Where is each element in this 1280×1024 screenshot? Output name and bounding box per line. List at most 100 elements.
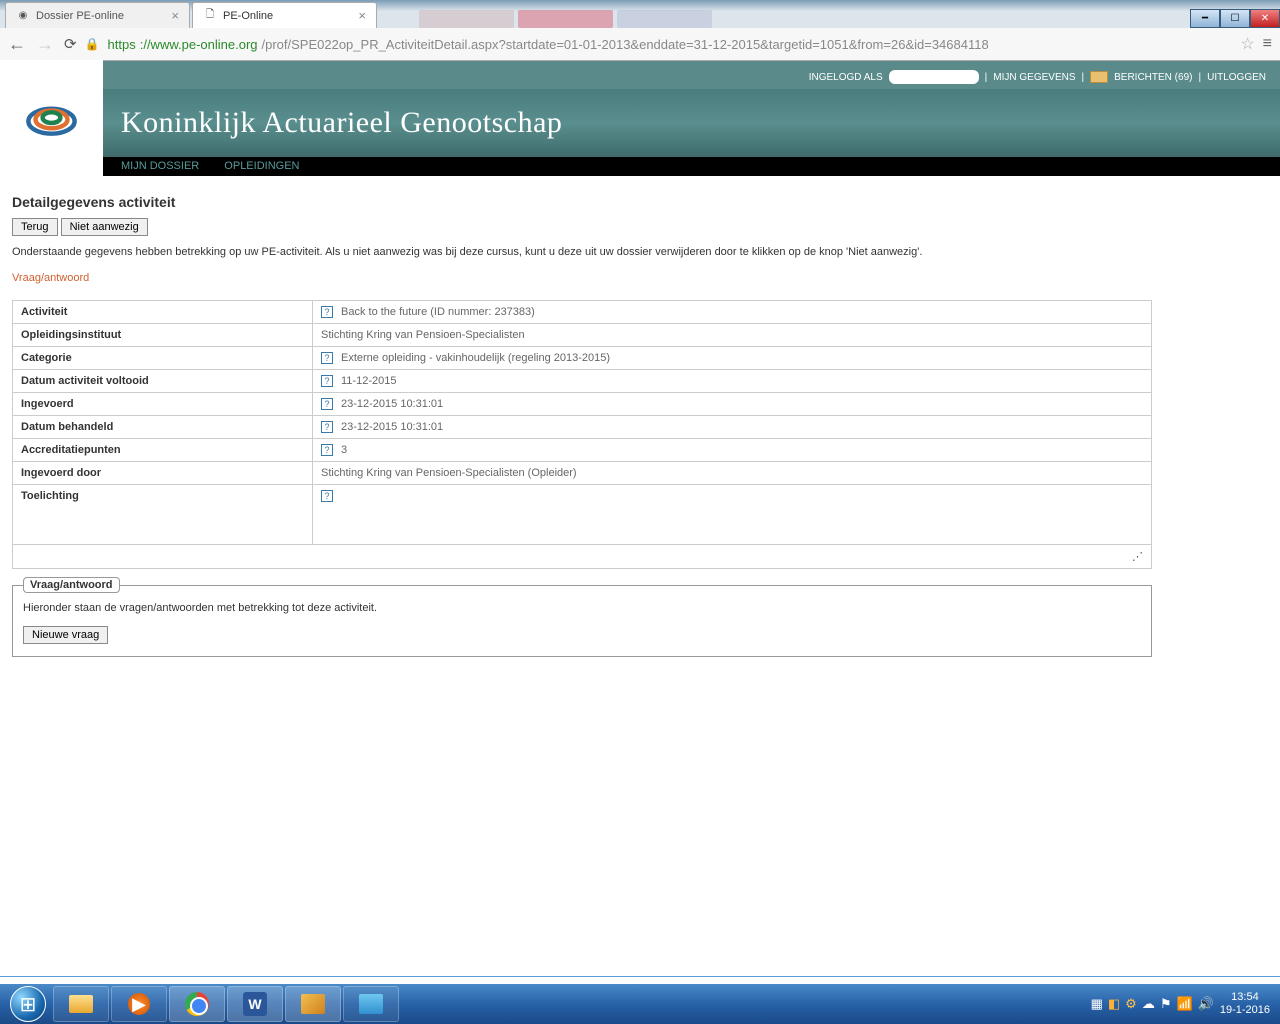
address-bar[interactable]: https://www.pe-online.org/prof/SPE022op_… — [108, 37, 1233, 52]
logout-link[interactable]: UITLOGGEN — [1207, 72, 1266, 83]
tray-icon[interactable]: ☁ — [1142, 996, 1155, 1012]
action-buttons: Terug Niet aanwezig — [12, 218, 1268, 236]
mail-icon[interactable] — [1090, 71, 1108, 83]
globe-icon: ◉ — [16, 9, 30, 23]
tab-title: PE-Online — [223, 10, 273, 22]
tray-flag-icon[interactable]: ⚑ — [1160, 996, 1172, 1012]
maximize-button[interactable]: ☐ — [1220, 9, 1250, 28]
tray-icon[interactable]: ⚙ — [1125, 996, 1137, 1012]
nav-opleidingen[interactable]: OPLEIDINGEN — [224, 160, 299, 172]
user-name-redacted — [889, 70, 979, 84]
detail-value: ?Externe opleiding - vakinhoudelijk (reg… — [313, 347, 1152, 370]
window-controls: ━ ☐ ✕ — [1190, 9, 1280, 28]
taskbar-explorer[interactable] — [53, 986, 109, 1022]
browser-chrome: ◉ Dossier PE-online × 🗋 PE-Online × ━ ☐ … — [0, 0, 1280, 61]
qa-anchor-link[interactable]: Vraag/antwoord — [12, 272, 89, 284]
nav-my-dossier[interactable]: MIJN DOSSIER — [121, 160, 199, 172]
help-icon[interactable]: ? — [321, 306, 333, 318]
url-path: /prof/SPE022op_PR_ActiviteitDetail.aspx?… — [262, 37, 989, 52]
detail-value: ?3 — [313, 439, 1152, 462]
detail-value: ? 23-12-2015 10:31:01 — [313, 416, 1152, 439]
qa-intro: Hieronder staan de vragen/antwoorden met… — [23, 602, 1141, 614]
taskbar-paint[interactable] — [285, 986, 341, 1022]
detail-value-text: Back to the future (ID nummer: 237383) — [341, 306, 535, 318]
org-title: Koninklijk Actuarieel Genootschap — [103, 106, 562, 140]
tray-volume-icon[interactable]: 🔊 — [1198, 996, 1214, 1012]
tray-icon[interactable]: ◧ — [1108, 996, 1120, 1012]
taskbar-chrome[interactable] — [169, 986, 225, 1022]
close-icon[interactable]: × — [358, 8, 366, 23]
minimize-button[interactable]: ━ — [1190, 9, 1220, 28]
browser-tab-active[interactable]: 🗋 PE-Online × — [192, 2, 377, 28]
main-nav: MIJN DOSSIER OPLEIDINGEN — [103, 157, 1280, 176]
detail-value: Stichting Kring van Pensioen-Specialiste… — [313, 324, 1152, 347]
table-row: Ingevoerd?23-12-2015 10:31:01 — [13, 393, 1152, 416]
intro-text: Onderstaande gegevens hebben betrekking … — [12, 246, 1268, 258]
tab-title: Dossier PE-online — [36, 10, 124, 22]
help-icon[interactable]: ? — [321, 490, 333, 502]
detail-label: Ingevoerd — [13, 393, 313, 416]
qa-fieldset: Vraag/antwoord Hieronder staan de vragen… — [12, 585, 1152, 657]
detail-value-text: 11-12-2015 — [341, 375, 396, 387]
my-data-link[interactable]: MIJN GEGEVENS — [993, 72, 1075, 83]
table-row: Ingevoerd doorStichting Kring van Pensio… — [13, 462, 1152, 485]
detail-label: Toelichting — [13, 485, 313, 545]
detail-value-text: 23-12-2015 10:31:01 — [341, 421, 443, 433]
detail-value: ? 11-12-2015 — [313, 370, 1152, 393]
lock-icon[interactable]: 🔒 — [85, 37, 100, 51]
url-scheme: https — [108, 37, 136, 52]
detail-value-text: Stichting Kring van Pensioen-Specialiste… — [321, 467, 577, 479]
background-window-hints — [419, 10, 712, 28]
system-tray: ▦ ◧ ⚙ ☁ ⚑ 📶 🔊 13:54 19-1-2016 — [1091, 991, 1276, 1017]
tray-network-icon[interactable]: 📶 — [1176, 996, 1192, 1012]
help-icon[interactable]: ? — [321, 352, 333, 364]
absent-button[interactable]: Niet aanwezig — [61, 218, 148, 236]
close-icon[interactable]: × — [171, 8, 179, 23]
browser-tab-inactive[interactable]: ◉ Dossier PE-online × — [5, 2, 190, 28]
logo-icon — [24, 99, 79, 139]
tray-date: 19-1-2016 — [1220, 1004, 1270, 1017]
help-icon[interactable]: ? — [321, 444, 333, 456]
close-window-button[interactable]: ✕ — [1250, 9, 1280, 28]
bookmark-star-icon[interactable]: ☆ — [1240, 34, 1254, 54]
separator: | — [1198, 72, 1201, 83]
taskbar-word[interactable]: W — [227, 986, 283, 1022]
hamburger-menu-icon[interactable]: ≡ — [1263, 35, 1272, 53]
resize-handle[interactable]: ⋰ — [13, 545, 1152, 569]
help-icon[interactable]: ? — [321, 375, 333, 387]
back-button[interactable]: Terug — [12, 218, 58, 236]
reload-icon[interactable]: ⟳ — [64, 35, 77, 53]
help-icon[interactable]: ? — [321, 398, 333, 410]
detail-value: ?23-12-2015 10:31:01 — [313, 393, 1152, 416]
table-row: Datum behandeld?23-12-2015 10:31:01 — [13, 416, 1152, 439]
detail-value-text: 3 — [341, 444, 347, 456]
detail-value: Stichting Kring van Pensioen-Specialiste… — [313, 462, 1152, 485]
detail-label: Datum activiteit voltooid — [13, 370, 313, 393]
details-table: Activiteit? Back to the future (ID nummer… — [12, 300, 1152, 569]
detail-value: ? Back to the future (ID nummer: 237383) — [313, 301, 1152, 324]
taskbar-media-player[interactable]: ▶ — [111, 986, 167, 1022]
separator: | — [1082, 72, 1085, 83]
detail-label: Opleidingsinstituut — [13, 324, 313, 347]
start-button[interactable] — [4, 984, 52, 1024]
desktop-strip — [0, 976, 1280, 984]
table-row: Toelichting? — [13, 485, 1152, 545]
detail-label: Activiteit — [13, 301, 313, 324]
new-question-button[interactable]: Nieuwe vraag — [23, 626, 108, 644]
content-area: Detailgegevens activiteit Terug Niet aan… — [0, 176, 1280, 669]
tray-time: 13:54 — [1220, 991, 1270, 1004]
tray-icon[interactable]: ▦ — [1091, 996, 1103, 1012]
forward-icon[interactable]: → — [36, 34, 54, 55]
messages-link[interactable]: BERICHTEN (69) — [1114, 72, 1192, 83]
detail-value: ? — [313, 485, 1152, 545]
browser-tabs-row: ◉ Dossier PE-online × 🗋 PE-Online × ━ ☐ … — [0, 0, 1280, 28]
help-icon[interactable]: ? — [321, 421, 333, 433]
windows-taskbar: ▶ W ▦ ◧ ⚙ ☁ ⚑ 📶 🔊 13:54 19-1-2016 — [0, 984, 1280, 1024]
back-icon[interactable]: ← — [8, 34, 26, 55]
tray-clock[interactable]: 13:54 19-1-2016 — [1220, 991, 1270, 1017]
tray-icons[interactable]: ▦ ◧ ⚙ ☁ ⚑ 📶 🔊 — [1091, 996, 1214, 1012]
user-top-bar: INGELOGD ALS | MIJN GEGEVENS | BERICHTEN… — [103, 65, 1280, 89]
page-area: INGELOGD ALS | MIJN GEGEVENS | BERICHTEN… — [0, 61, 1280, 669]
table-row: Categorie?Externe opleiding - vakinhoude… — [13, 347, 1152, 370]
taskbar-photos[interactable] — [343, 986, 399, 1022]
